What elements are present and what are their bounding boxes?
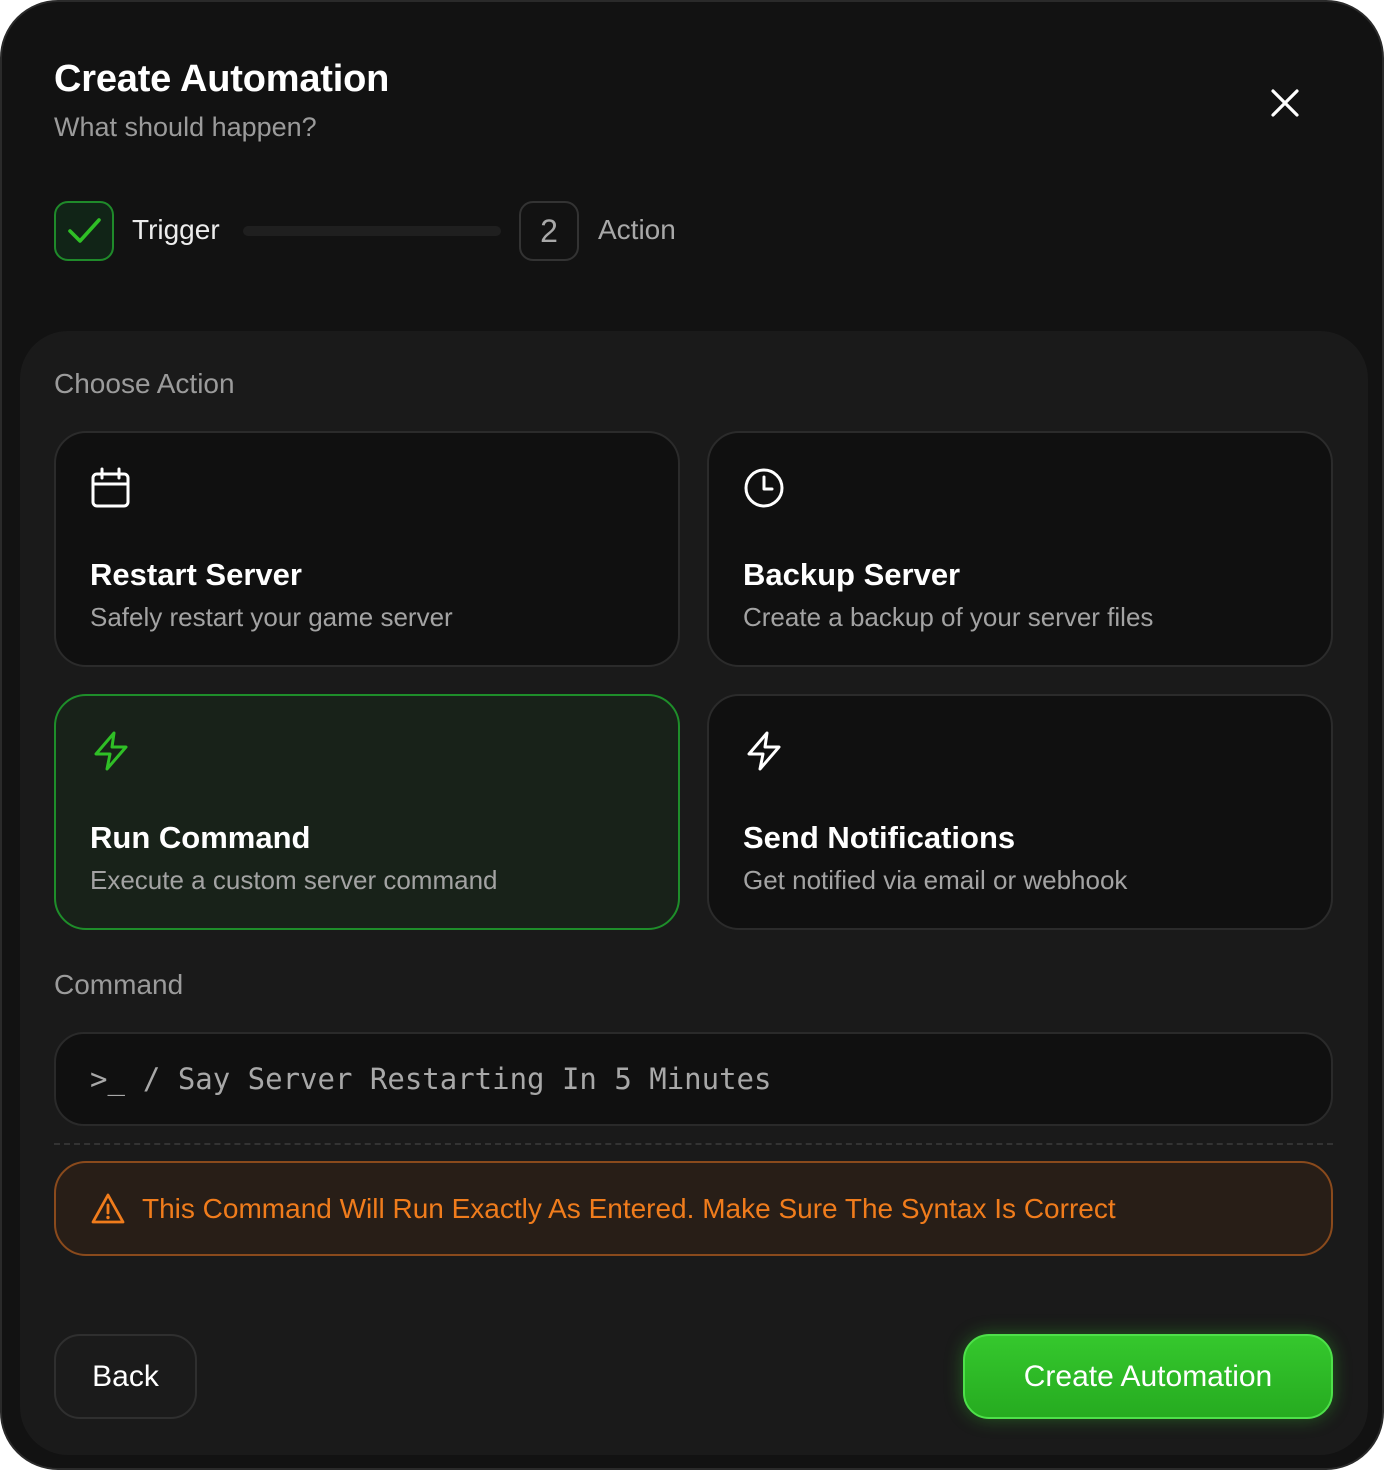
step-action-label: Action [598, 214, 676, 245]
action-card-title: Backup Server [743, 557, 961, 592]
action-card-backup-server[interactable]: Backup Server Create a backup of your se… [707, 431, 1333, 667]
warning-triangle-icon [91, 1193, 125, 1223]
step-trigger-label: Trigger [132, 214, 220, 245]
lightning-icon [94, 731, 128, 771]
dashed-divider [54, 1143, 1333, 1145]
check-icon [68, 218, 101, 243]
step-trigger-indicator [54, 201, 114, 261]
close-button[interactable] [1264, 82, 1306, 124]
action-card-restart-server[interactable]: Restart Server Safely restart your game … [54, 431, 680, 667]
step-connector [243, 226, 501, 236]
create-automation-button[interactable]: Create Automation [963, 1334, 1333, 1419]
lightning-icon [747, 731, 781, 771]
clock-icon [744, 468, 784, 508]
action-card-description: Get notified via email or webhook [743, 865, 1128, 895]
choose-action-label: Choose Action [54, 368, 235, 399]
create-automation-modal: Create Automation What should happen? Tr… [0, 0, 1384, 1470]
back-button[interactable]: Back [54, 1334, 197, 1419]
warning-text: This Command Will Run Exactly As Entered… [142, 1192, 1116, 1224]
command-input[interactable]: >_ / Say Server Restarting In 5 Minutes [54, 1032, 1333, 1126]
calendar-icon [91, 467, 130, 508]
terminal-prompt-icon: >_ [90, 1062, 125, 1096]
action-card-description: Safely restart your game server [90, 602, 453, 632]
command-value: / Say Server Restarting In 5 Minutes [142, 1062, 772, 1096]
action-card-title: Restart Server [90, 557, 302, 592]
modal-subtitle: What should happen? [54, 112, 317, 142]
modal-title: Create Automation [54, 58, 390, 100]
action-card-description: Create a backup of your server files [743, 602, 1154, 632]
action-card-title: Run Command [90, 820, 311, 855]
action-card-run-command[interactable]: Run Command Execute a custom server comm… [54, 694, 680, 930]
action-card-send-notifications[interactable]: Send Notifications Get notified via emai… [707, 694, 1333, 930]
step-action-indicator: 2 [519, 201, 579, 261]
close-icon [1271, 89, 1299, 117]
warning-banner: This Command Will Run Exactly As Entered… [54, 1161, 1333, 1256]
action-card-description: Execute a custom server command [90, 865, 498, 895]
action-card-title: Send Notifications [743, 820, 1016, 855]
command-label: Command [54, 969, 184, 1000]
